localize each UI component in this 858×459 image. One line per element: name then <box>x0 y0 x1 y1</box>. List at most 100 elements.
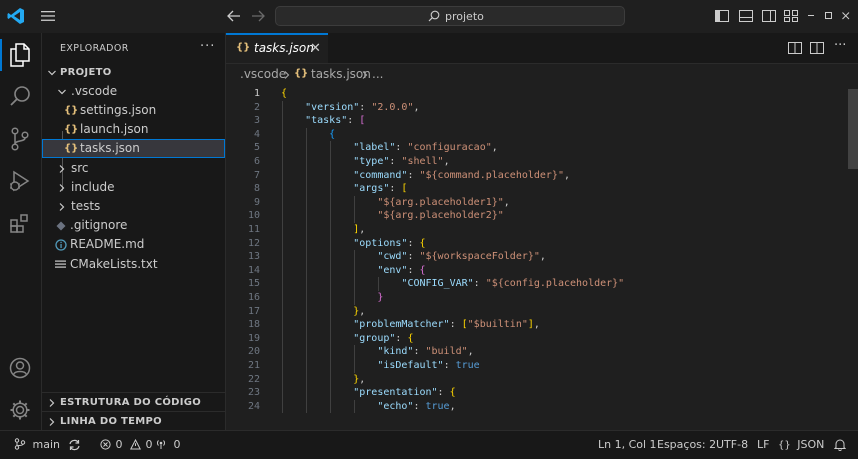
indent-guide <box>306 399 308 414</box>
forward-arrow-icon[interactable] <box>250 9 266 23</box>
line-ending[interactable]: LF <box>757 438 769 451</box>
branch-status[interactable]: main <box>14 438 60 451</box>
code-line[interactable]: { <box>281 128 335 142</box>
code-line[interactable]: { <box>281 87 287 101</box>
code-line[interactable]: "problemMatcher": ["$builtin"], <box>281 318 540 332</box>
indent-guide <box>282 386 283 400</box>
code-line[interactable]: "isDefault": true <box>281 359 479 373</box>
indent-guide <box>330 236 332 251</box>
tree-item-label: launch.json <box>80 122 149 136</box>
code-line[interactable]: }, <box>281 305 365 319</box>
activity-extensions[interactable] <box>0 203 41 243</box>
split-editor-icon[interactable] <box>788 41 802 55</box>
code-line[interactable]: "${arg.placeholder2}" <box>281 209 503 223</box>
back-arrow-icon[interactable] <box>226 9 242 23</box>
tree-folder-src[interactable]: src <box>42 159 225 178</box>
indent-guide <box>282 318 283 332</box>
toggle-primary-sidebar-icon[interactable] <box>715 9 729 23</box>
more-actions-button[interactable]: ··· <box>200 39 215 54</box>
search-icon <box>428 10 440 22</box>
code-line[interactable]: "tasks": [ <box>281 114 365 128</box>
code-token: : <box>413 346 426 358</box>
outline-section-header[interactable]: ESTRUTURA DO CÓDIGO <box>42 392 225 412</box>
code-line[interactable]: "version": "2.0.0", <box>281 101 419 115</box>
tree-file-cmakelists[interactable]: CMakeLists.txt <box>42 255 225 274</box>
sync-icon[interactable] <box>68 439 81 451</box>
toggle-panel-icon[interactable] <box>739 9 753 23</box>
code-line[interactable]: "command": "${command.placeholder}", <box>281 169 570 183</box>
code-line[interactable]: "label": "configuracao", <box>281 141 498 155</box>
tree-item-label: .vscode <box>71 84 118 98</box>
timeline-section-header[interactable]: LINHA DO TEMPO <box>42 411 225 431</box>
code-line[interactable]: "CONFIG_VAR": "${config.placeholder}" <box>281 277 624 291</box>
menu-icon[interactable] <box>41 10 55 22</box>
project-root[interactable]: PROJETO <box>42 63 225 82</box>
more-actions-icon[interactable]: ··· <box>834 38 846 53</box>
code-line[interactable]: } <box>281 291 383 305</box>
notifications-bell-icon[interactable] <box>834 438 846 451</box>
code-line[interactable]: "cwd": "${workspaceFolder}", <box>281 250 546 264</box>
tree-file-launch-json[interactable]: {} launch.json <box>42 120 225 139</box>
editor-scrollbar[interactable] <box>846 85 858 430</box>
code-line[interactable]: "${arg.placeholder1}", <box>281 196 509 210</box>
ports-status[interactable]: 0 <box>155 438 181 451</box>
customize-layout-icon[interactable] <box>784 9 798 23</box>
minimize-icon[interactable] <box>808 15 816 17</box>
tree-file-gitignore[interactable]: .gitignore <box>42 216 225 235</box>
code-token: { <box>281 88 288 99</box>
tree-folder-include[interactable]: include <box>42 178 225 197</box>
code-line[interactable]: "args": [ <box>281 182 407 196</box>
breadcrumb-symbol[interactable]: ... <box>372 67 383 81</box>
command-center-search[interactable]: projeto <box>275 6 625 26</box>
indent-guide <box>354 209 356 223</box>
code-line[interactable]: ], <box>281 223 365 237</box>
ports-count: 0 <box>173 438 181 451</box>
code-line[interactable]: }, <box>281 373 365 387</box>
activity-accounts[interactable] <box>0 348 41 388</box>
split-editor-right-icon[interactable] <box>810 41 824 55</box>
indentation[interactable]: Espaços: 2 <box>657 438 716 451</box>
json-file-icon: {} <box>294 68 309 79</box>
maximize-icon[interactable] <box>825 12 833 20</box>
chevron-down-icon <box>58 89 66 95</box>
encoding[interactable]: UTF-8 <box>716 438 748 451</box>
indent-guide <box>282 399 283 414</box>
code-line[interactable]: "kind": "build", <box>281 345 473 359</box>
scrollbar-thumb[interactable] <box>848 89 858 169</box>
code-line[interactable]: "group": { <box>281 332 413 346</box>
activity-search[interactable] <box>0 77 41 117</box>
indent-guide <box>330 168 332 183</box>
problems-status[interactable]: 0 0 <box>100 438 153 451</box>
breadcrumb-folder[interactable]: .vscode <box>240 67 286 81</box>
activity-explorer[interactable] <box>0 35 41 75</box>
tree-folder-tests[interactable]: tests <box>42 197 225 216</box>
tree-file-settings-json[interactable]: {} settings.json <box>42 101 225 120</box>
indent-guide <box>306 359 308 373</box>
code-line[interactable]: "echo": true, <box>281 400 455 414</box>
tab-tasks-json[interactable]: {} tasks.json ✕ <box>226 33 328 63</box>
activity-bar <box>0 33 42 430</box>
language-mode[interactable]: {} JSON <box>778 438 824 451</box>
activity-run-debug[interactable] <box>0 161 41 201</box>
code-token: "CONFIG_VAR" <box>401 278 474 290</box>
activity-source-control[interactable] <box>0 119 41 159</box>
code-token: , <box>443 156 450 167</box>
activity-manage[interactable] <box>0 390 41 430</box>
toggle-secondary-sidebar-icon[interactable] <box>762 9 776 23</box>
cursor-position[interactable]: Ln 1, Col 1 <box>598 438 657 451</box>
code-line[interactable]: "options": { <box>281 237 425 251</box>
close-window-icon[interactable] <box>842 12 850 20</box>
tree-file-readme[interactable]: README.md <box>42 235 225 254</box>
line-number: 10 <box>247 210 260 222</box>
tree-folder-vscode[interactable]: .vscode <box>42 82 225 101</box>
indent-guide <box>306 223 308 237</box>
close-tab-icon[interactable]: ✕ <box>310 41 321 56</box>
files-icon <box>10 43 30 67</box>
code-line[interactable]: "presentation": { <box>281 386 455 400</box>
tree-file-tasks-json[interactable]: {} tasks.json <box>42 139 225 158</box>
